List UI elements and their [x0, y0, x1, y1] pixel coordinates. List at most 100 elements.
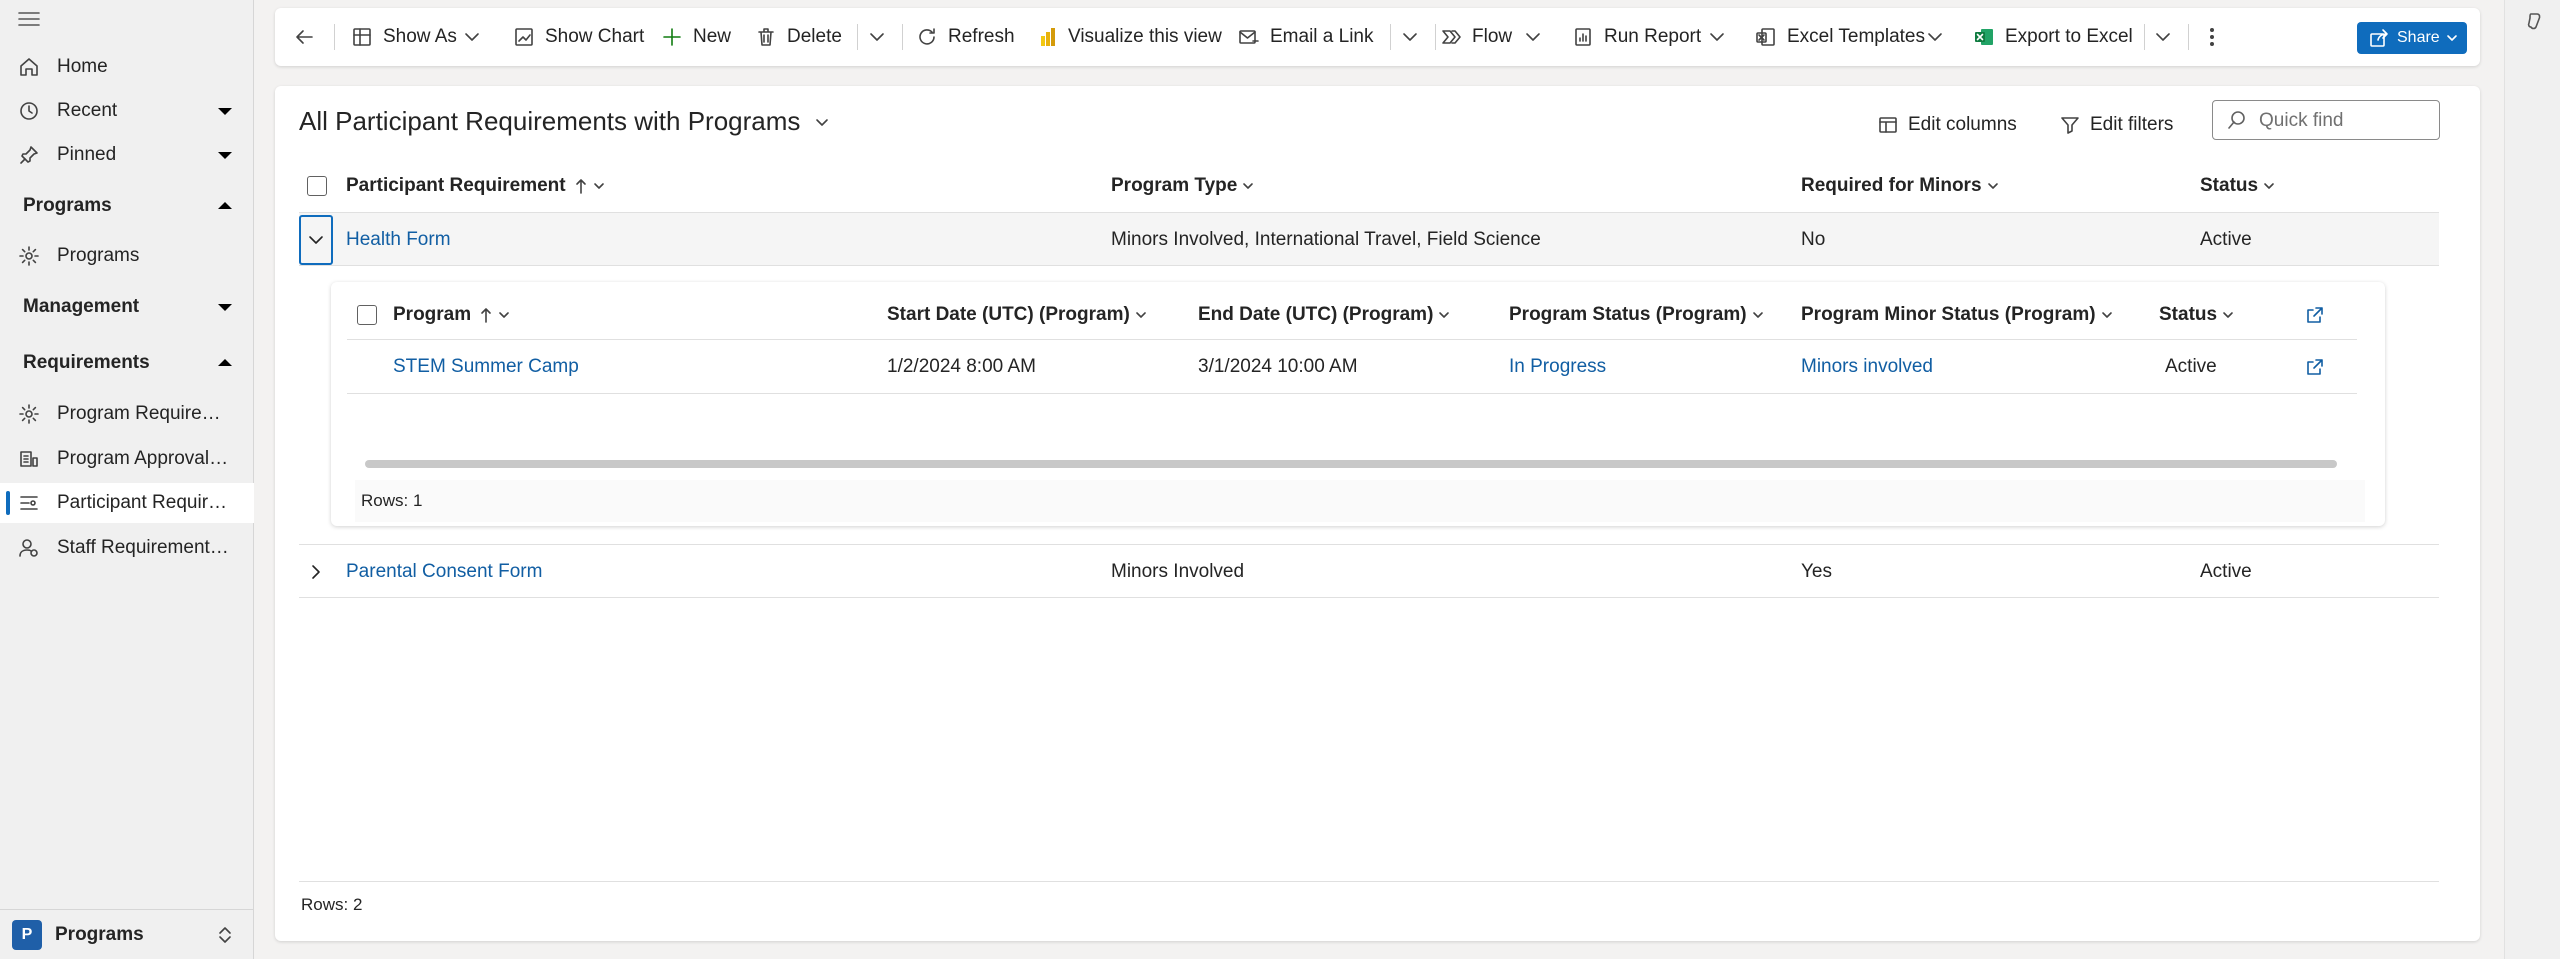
sidebar-group-management[interactable]: Management [0, 287, 254, 327]
edit-filters-button[interactable]: Edit filters [2060, 110, 2173, 140]
sidebar-item-programs[interactable]: Programs [0, 236, 254, 276]
row-expand-toggle[interactable] [299, 215, 333, 265]
export-dropdown[interactable] [2152, 18, 2174, 56]
program-link[interactable]: STEM Summer Camp [393, 340, 579, 394]
subgrid-column-status[interactable]: Status [2159, 290, 2235, 340]
sidebar-item-program-approval[interactable]: Program Approval Overview [0, 439, 254, 479]
column-header-participant-requirement[interactable]: Participant Requirement [346, 166, 606, 206]
sort-ascending-icon [574, 177, 588, 195]
table-row[interactable]: Health Form Minors Involved, Internation… [299, 212, 2439, 266]
excel-icon [1973, 26, 1995, 48]
chevron-down-icon [214, 296, 236, 318]
show-as-dropdown[interactable] [461, 18, 483, 56]
chevron-down-icon [497, 308, 511, 322]
quick-find-box[interactable] [2212, 100, 2440, 140]
arrow-left-icon [293, 26, 315, 48]
excel-templates-button[interactable]: Excel Templates [1755, 18, 1925, 56]
share-label: Share [2397, 29, 2440, 46]
column-header-label: Participant Requirement [346, 175, 566, 196]
plus-icon [661, 26, 683, 48]
subgrid-column-minor-status[interactable]: Program Minor Status (Program) [1801, 290, 2114, 340]
email-dropdown[interactable] [1399, 18, 1421, 56]
edit-columns-button[interactable]: Edit columns [1878, 110, 2017, 140]
excel-templates-dropdown[interactable] [1924, 18, 1946, 56]
new-button[interactable]: New [661, 18, 731, 56]
sort-ascending-icon [479, 306, 493, 324]
sidebar-item-home[interactable]: Home [0, 47, 254, 87]
refresh-icon [916, 26, 938, 48]
requirement-link[interactable]: Health Form [346, 213, 451, 267]
sidebar-group-requirements[interactable]: Requirements [0, 343, 254, 383]
chevron-down-icon[interactable] [214, 100, 236, 122]
horizontal-scrollbar[interactable] [365, 460, 2337, 468]
column-header-status[interactable]: Status [2200, 166, 2276, 206]
back-button[interactable] [293, 18, 315, 56]
chevron-down-icon [307, 231, 325, 249]
sidebar-item-program-requirements[interactable]: Program Requirements [0, 394, 254, 434]
grid-icon [351, 26, 373, 48]
sidebar-item-recent[interactable]: Recent [0, 91, 254, 131]
open-in-new-window-icon[interactable] [2305, 305, 2325, 325]
subgrid-status-cell: Active [2165, 356, 2217, 377]
run-report-button[interactable]: Run Report [1572, 18, 1701, 56]
run-report-dropdown[interactable] [1706, 18, 1728, 56]
chevron-down-icon [1986, 179, 2000, 193]
column-header-program-type[interactable]: Program Type [1111, 166, 1255, 206]
gear-icon [18, 403, 40, 425]
minor-status-link[interactable]: Minors involved [1801, 340, 1933, 394]
column-header-label: Program Status (Program) [1509, 304, 1747, 325]
home-icon [18, 56, 40, 78]
chevron-down-icon [2152, 26, 2174, 48]
more-commands-button[interactable] [2201, 18, 2223, 56]
quick-find-input[interactable] [2259, 107, 2429, 135]
chevron-down-icon [1399, 26, 1421, 48]
select-all-checkbox[interactable] [307, 176, 327, 196]
sidebar-item-participant-requirements[interactable]: Participant Requirements [0, 483, 254, 523]
subgrid-row[interactable]: STEM Summer Camp 1/2/2024 8:00 AM 3/1/20… [347, 340, 2357, 394]
more-delete-dropdown[interactable] [866, 18, 888, 56]
separator [2188, 24, 2189, 50]
sidebar-item-staff-requirements[interactable]: Staff Requirements by Program [0, 528, 254, 568]
table-row[interactable]: Parental Consent Form Minors Involved Ye… [299, 544, 2439, 598]
subgrid-column-program[interactable]: Program [393, 290, 511, 340]
flow-dropdown[interactable] [1522, 18, 1544, 56]
requirement-link[interactable]: Parental Consent Form [346, 545, 542, 599]
column-header-label: Status [2200, 175, 2259, 196]
pin-icon [18, 144, 40, 166]
chevron-down-icon[interactable] [214, 144, 236, 166]
column-header-label: Program Type [1111, 175, 1238, 196]
sidebar-item-pinned[interactable]: Pinned [0, 135, 254, 175]
export-excel-button[interactable]: Export to Excel [1973, 18, 2133, 56]
chevron-down-icon [461, 26, 483, 48]
copilot-icon[interactable] [2524, 10, 2546, 32]
chevron-down-icon [592, 179, 606, 193]
side-pane-strip [2504, 0, 2560, 959]
row-expand-toggle[interactable] [299, 547, 333, 597]
sidebar-group-label: Management [23, 296, 140, 317]
show-chart-label: Show Chart [545, 26, 645, 47]
column-header-required-for-minors[interactable]: Required for Minors [1801, 166, 2000, 206]
separator [902, 24, 903, 50]
program-status-link[interactable]: In Progress [1509, 340, 1606, 394]
report-icon [1572, 26, 1594, 48]
refresh-button[interactable]: Refresh [916, 18, 1015, 56]
delete-button[interactable]: Delete [755, 18, 842, 56]
grid-footer: Rows: 2 [299, 881, 2439, 927]
related-programs-subgrid: Program Start Date (UTC) (Program) End D… [331, 282, 2385, 526]
show-as-button[interactable]: Show As [351, 18, 457, 56]
view-selector[interactable]: All Participant Requirements with Progra… [299, 106, 832, 137]
email-link-button[interactable]: Email a Link [1238, 18, 1374, 56]
show-chart-button[interactable]: Show Chart [513, 18, 644, 56]
subgrid-column-end-date[interactable]: End Date (UTC) (Program) [1198, 290, 1451, 340]
subgrid-column-start-date[interactable]: Start Date (UTC) (Program) [887, 290, 1148, 340]
sidebar-group-programs[interactable]: Programs [0, 186, 254, 226]
separator [1435, 24, 1436, 50]
hamburger-menu-icon[interactable] [17, 9, 41, 29]
subgrid-column-program-status[interactable]: Program Status (Program) [1509, 290, 1765, 340]
subgrid-select-all-checkbox[interactable] [357, 305, 377, 325]
share-button[interactable]: Share [2357, 22, 2467, 54]
open-record-icon[interactable] [2305, 357, 2325, 377]
visualize-button[interactable]: Visualize this view [1036, 18, 1222, 56]
flow-button[interactable]: Flow [1440, 18, 1512, 56]
area-switcher[interactable]: P Programs [0, 909, 254, 959]
